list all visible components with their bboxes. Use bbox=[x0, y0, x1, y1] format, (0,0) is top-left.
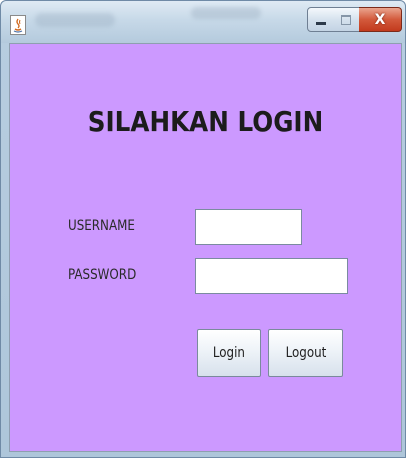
maximize-icon bbox=[341, 14, 351, 25]
login-button-label: Login bbox=[212, 345, 246, 361]
minimize-icon bbox=[315, 22, 326, 25]
minimize-button[interactable] bbox=[307, 7, 334, 32]
close-icon: X bbox=[374, 11, 386, 28]
login-panel: SILAHKAN LOGIN USERNAME PASSWORD Login L… bbox=[9, 43, 402, 452]
maximize-button[interactable] bbox=[333, 7, 360, 32]
logout-button-label: Logout bbox=[285, 345, 326, 361]
login-button[interactable]: Login bbox=[197, 329, 261, 377]
username-field[interactable] bbox=[195, 209, 302, 245]
page-title: SILAHKAN LOGIN bbox=[87, 105, 324, 138]
password-field[interactable] bbox=[195, 258, 348, 294]
username-label: USERNAME bbox=[68, 218, 135, 234]
close-button[interactable]: X bbox=[359, 7, 402, 32]
logout-button[interactable]: Logout bbox=[268, 329, 343, 377]
window-title-blurred-2 bbox=[191, 7, 261, 19]
login-window: X SILAHKAN LOGIN USERNAME PASSWORD Login… bbox=[0, 0, 406, 458]
java-icon[interactable] bbox=[10, 15, 26, 35]
window-title-blurred bbox=[35, 13, 115, 27]
title-bar[interactable]: X bbox=[1, 1, 405, 43]
password-label: PASSWORD bbox=[68, 267, 137, 283]
